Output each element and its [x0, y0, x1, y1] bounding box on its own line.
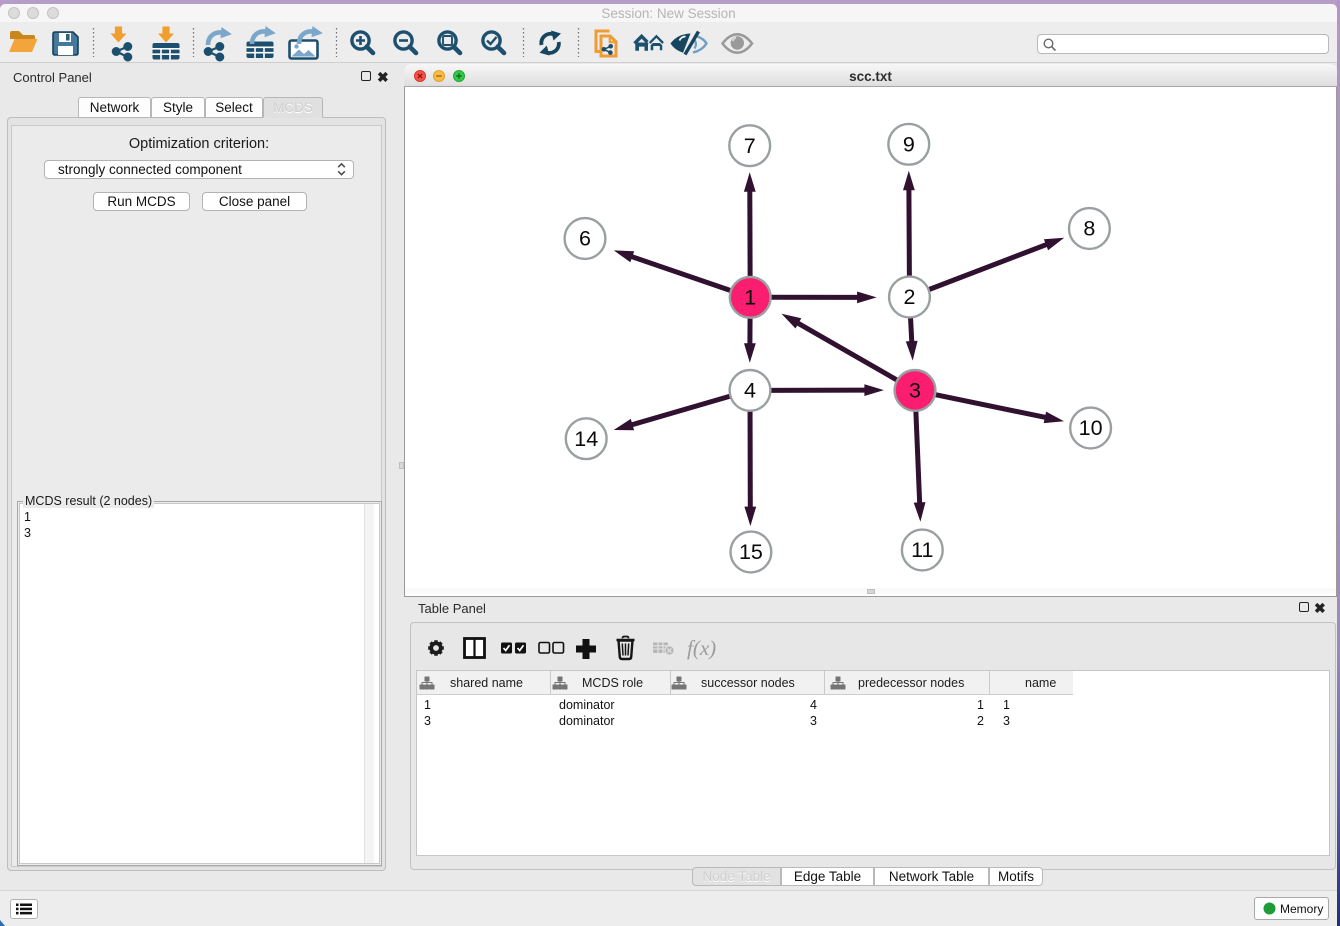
svg-text:f(x): f(x): [687, 636, 716, 660]
svg-text:7: 7: [744, 134, 756, 158]
svg-text:3: 3: [909, 379, 921, 403]
svg-text:4: 4: [744, 379, 756, 403]
svg-text:2: 2: [904, 285, 916, 309]
svg-text:8: 8: [1083, 217, 1095, 241]
svg-text:6: 6: [579, 227, 591, 251]
svg-text:1: 1: [744, 286, 756, 310]
svg-text:15: 15: [739, 540, 763, 564]
svg-text:10: 10: [1079, 416, 1103, 440]
svg-text:9: 9: [903, 133, 915, 157]
svg-text:11: 11: [911, 538, 933, 562]
svg-text:14: 14: [574, 427, 598, 451]
